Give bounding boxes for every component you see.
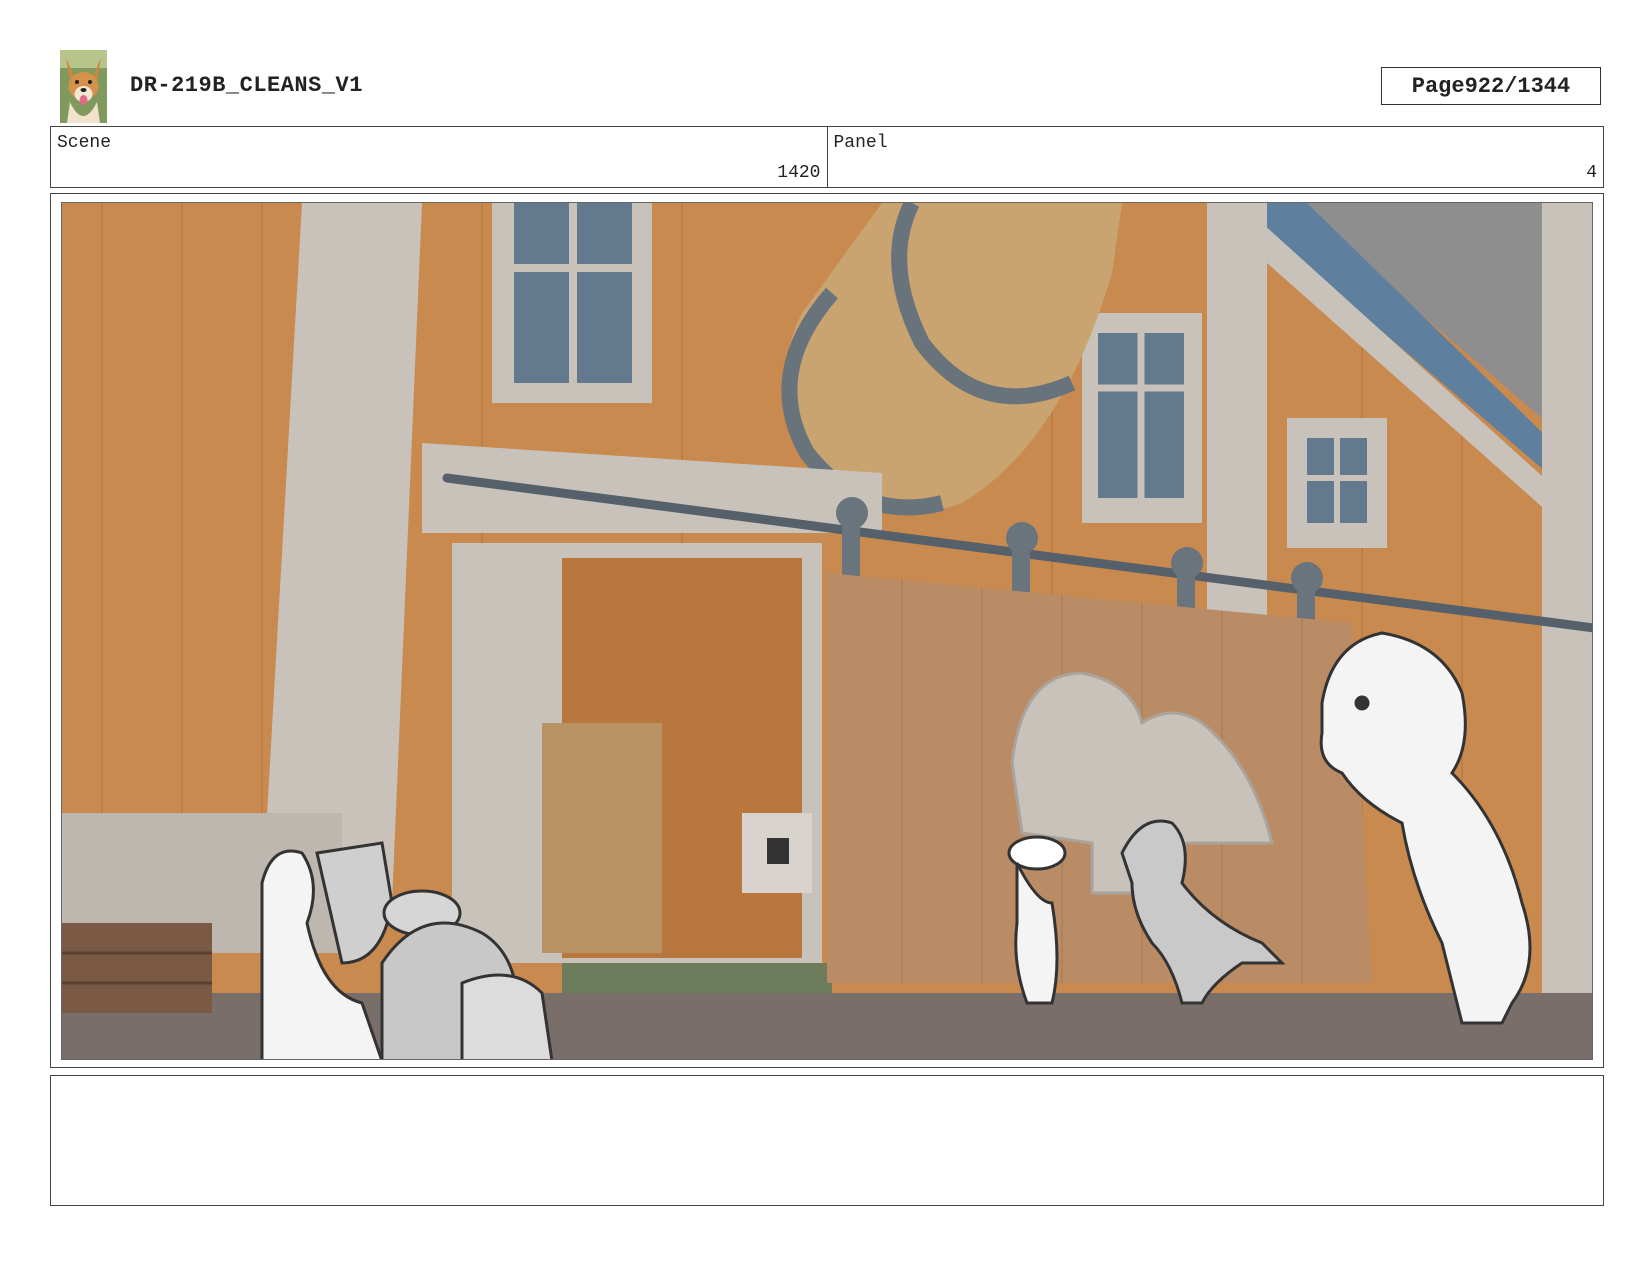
panel-notes-box — [50, 1075, 1604, 1206]
document-title: DR-219B_CLEANS_V1 — [130, 73, 363, 98]
scene-panel-info: Scene 1420 Panel 4 — [50, 126, 1604, 188]
storyboard-panel-image — [61, 202, 1593, 1060]
page-label: Page — [1411, 73, 1465, 99]
scene-label: Scene — [57, 133, 112, 153]
panel-number: 4 — [1586, 163, 1597, 183]
page-number: 922/1344 — [1464, 73, 1571, 99]
dog-logo-icon — [60, 50, 107, 123]
panel-label: Panel — [833, 133, 888, 153]
barn-scene-illustration — [62, 203, 1592, 1059]
page-indicator: Page 922/1344 — [1381, 67, 1601, 105]
scene-cell: Scene 1420 — [51, 127, 827, 187]
scene-number: 1420 — [777, 163, 821, 183]
panel-cell: Panel 4 — [826, 127, 1604, 187]
